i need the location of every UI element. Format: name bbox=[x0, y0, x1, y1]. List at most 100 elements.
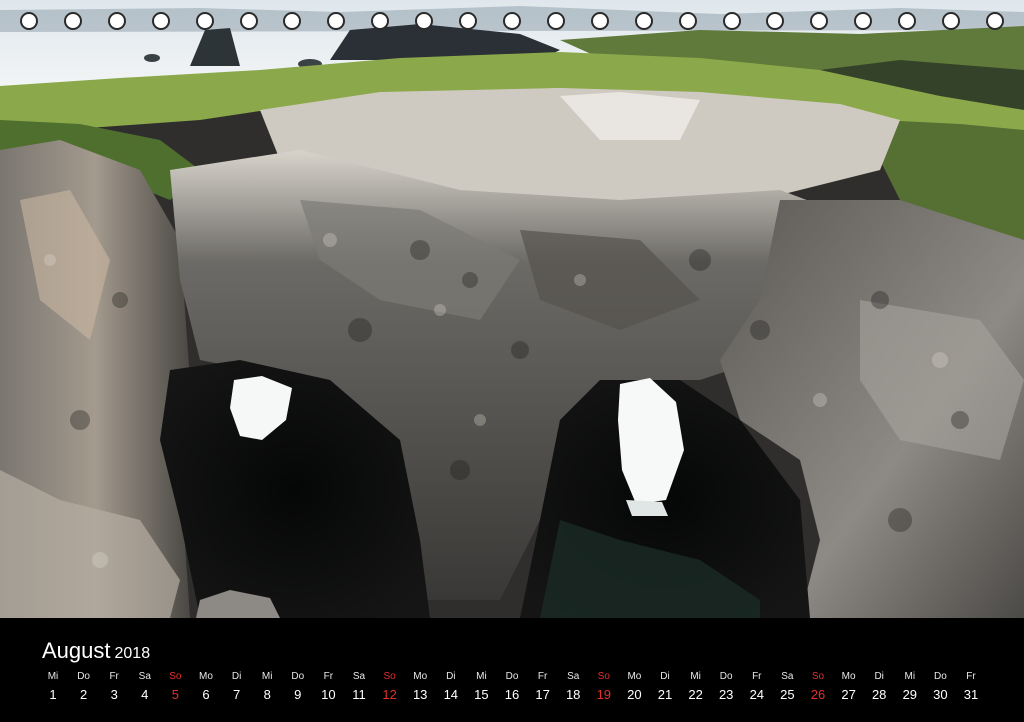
day-number: 11 bbox=[352, 687, 366, 702]
binding-hole bbox=[327, 12, 346, 30]
day-cell: So 26 bbox=[803, 670, 833, 706]
binding-hole bbox=[239, 12, 258, 30]
weekday-label: Di bbox=[231, 671, 242, 682]
day-cell: Fr 24 bbox=[742, 670, 772, 706]
weekday-label: Fr bbox=[109, 671, 119, 682]
day-cell: Mo 27 bbox=[834, 670, 864, 706]
weekday-label: Mi bbox=[690, 671, 701, 682]
day-number: 8 bbox=[263, 687, 271, 702]
day-number: 24 bbox=[749, 687, 765, 702]
day-cell: Mi 1 bbox=[38, 670, 68, 706]
binding-hole bbox=[63, 12, 82, 30]
binding-hole bbox=[590, 12, 609, 30]
weekday-label: Mo bbox=[413, 671, 428, 682]
binding-hole bbox=[546, 12, 565, 30]
day-cell: Do 30 bbox=[925, 670, 955, 706]
day-cell: Sa 18 bbox=[558, 670, 588, 706]
day-cell: Di 14 bbox=[436, 670, 466, 706]
weekday-label: Do bbox=[719, 671, 733, 682]
weekday-label: Sa bbox=[138, 671, 151, 682]
day-number: 25 bbox=[780, 687, 795, 702]
weekday-label: Do bbox=[505, 671, 519, 682]
weekday-label: Do bbox=[933, 671, 947, 682]
day-number: 1 bbox=[49, 687, 57, 702]
binding-hole bbox=[986, 12, 1004, 30]
binding-hole bbox=[503, 12, 521, 30]
year-label: 2018 bbox=[114, 645, 151, 662]
day-cell: Mi 15 bbox=[466, 670, 496, 706]
day-number: 30 bbox=[933, 687, 948, 702]
binding-hole bbox=[107, 12, 126, 30]
weekday-label: Fr bbox=[966, 671, 976, 682]
day-cell: Di 21 bbox=[650, 670, 680, 706]
binding-hole bbox=[678, 12, 697, 30]
day-number: 29 bbox=[902, 687, 918, 702]
weekday-label: Di bbox=[874, 671, 884, 682]
weekday-label: Sa bbox=[781, 671, 794, 682]
day-number: 21 bbox=[657, 687, 673, 702]
binding-hole bbox=[854, 12, 873, 30]
day-cell: Do 9 bbox=[283, 670, 313, 706]
day-cell: Di 28 bbox=[864, 670, 894, 706]
day-cell: So 12 bbox=[375, 670, 405, 706]
binding-hole bbox=[283, 12, 302, 30]
day-number: 6 bbox=[202, 687, 210, 702]
day-cell: Mo 13 bbox=[405, 670, 435, 706]
day-number: 12 bbox=[382, 687, 397, 702]
binding-hole bbox=[722, 12, 741, 30]
day-number: 14 bbox=[443, 687, 459, 702]
weekday-label: Fr bbox=[537, 671, 548, 682]
calendar-band: August 2018 Mi 1 Do 2 Fr 3 Sa 4 So 5 Mo 6 Di 7 Mi 8 Do 9 Fr… bbox=[0, 618, 1024, 722]
day-cell: Mi 29 bbox=[895, 670, 925, 706]
binding-hole bbox=[151, 12, 170, 30]
day-cell: Sa 25 bbox=[772, 670, 802, 706]
binding-hole bbox=[766, 12, 785, 30]
day-number: 10 bbox=[321, 687, 336, 702]
binding-hole bbox=[634, 12, 653, 30]
day-cell: Sa 11 bbox=[344, 670, 374, 706]
weekday-label: Mi bbox=[476, 671, 487, 682]
calendar-photo bbox=[0, 0, 1024, 618]
weekday-label: So bbox=[811, 671, 825, 682]
weekday-label: Fr bbox=[752, 671, 762, 682]
weekday-label: So bbox=[597, 671, 610, 682]
day-cell: Fr 31 bbox=[956, 670, 986, 706]
day-number: 15 bbox=[474, 687, 489, 702]
weekday-label: Di bbox=[660, 671, 670, 682]
day-number: 20 bbox=[627, 687, 642, 702]
weekday-label: Sa bbox=[352, 671, 366, 682]
weekday-label: Mo bbox=[199, 671, 213, 682]
month-title: August 2018 bbox=[42, 638, 150, 667]
binding-hole bbox=[371, 12, 390, 30]
weekday-label: So bbox=[169, 671, 182, 682]
day-cell: Mo 20 bbox=[619, 670, 649, 706]
day-number: 7 bbox=[232, 687, 241, 702]
weekday-label: Sa bbox=[567, 671, 580, 682]
binding-hole bbox=[459, 12, 478, 30]
weekday-label: Mi bbox=[47, 671, 59, 682]
binding-hole bbox=[898, 12, 917, 30]
weekday-label: Mo bbox=[627, 671, 642, 682]
day-cell: Sa 4 bbox=[130, 670, 160, 706]
day-row: Mi 1 Do 2 Fr 3 Sa 4 So 5 Mo 6 Di 7 Mi 8 Do 9 Fr 10 Sa 11 So 12 M… bbox=[0, 670, 1024, 710]
day-number: 5 bbox=[171, 687, 179, 702]
binding-hole bbox=[415, 12, 434, 30]
day-number: 31 bbox=[963, 687, 979, 702]
day-cell: So 19 bbox=[589, 670, 619, 706]
day-number: 27 bbox=[841, 687, 856, 702]
day-cell: Mo 6 bbox=[191, 670, 221, 706]
day-number: 23 bbox=[718, 687, 734, 702]
day-cell: Mi 8 bbox=[252, 670, 282, 706]
day-cell: So 5 bbox=[160, 670, 190, 706]
weekday-label: Do bbox=[77, 671, 90, 682]
binding-holes bbox=[0, 12, 1024, 36]
day-number: 9 bbox=[294, 687, 302, 702]
weekday-label: So bbox=[383, 671, 396, 682]
day-cell: Mi 22 bbox=[681, 670, 711, 706]
day-cell: Fr 3 bbox=[99, 670, 129, 706]
day-number: 2 bbox=[79, 687, 88, 702]
month-name: August bbox=[42, 638, 111, 663]
weekday-label: Mi bbox=[261, 671, 273, 682]
day-cell: Do 2 bbox=[69, 670, 99, 706]
day-number: 22 bbox=[688, 687, 703, 702]
